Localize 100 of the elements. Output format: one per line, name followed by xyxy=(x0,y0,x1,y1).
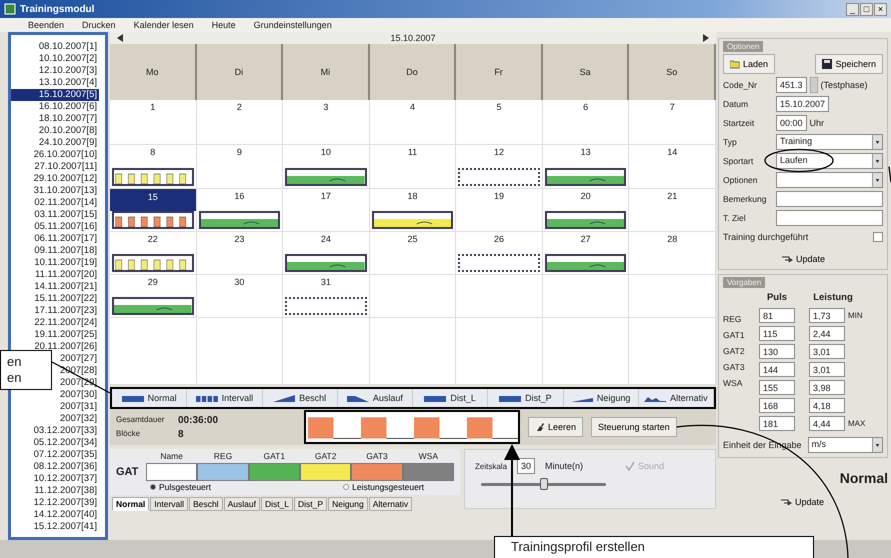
workout-bar[interactable] xyxy=(544,211,626,229)
day-number[interactable]: 15 xyxy=(110,189,196,211)
date-list-item[interactable]: 13.10.2007[4] xyxy=(36,77,99,89)
date-list-item[interactable]: 15.12.2007[41] xyxy=(32,521,99,533)
update-button[interactable]: Update xyxy=(774,496,830,508)
calendar-cell[interactable] xyxy=(370,318,456,385)
sport-dropdown[interactable]: Laufen xyxy=(776,152,883,168)
save-button[interactable]: Speichern xyxy=(815,54,883,74)
power-field[interactable]: 3,01 xyxy=(809,344,845,359)
pulse-field[interactable]: 181 xyxy=(759,416,795,431)
day-number[interactable]: 8 xyxy=(110,145,196,159)
date-list-item[interactable]: 03.11.2007[15] xyxy=(32,209,99,221)
date-list-item[interactable]: 12.12.2007[39] xyxy=(32,497,99,509)
timescale-field[interactable]: 30 xyxy=(517,458,536,474)
code-field[interactable]: 451.3 xyxy=(776,76,807,92)
date-list-item[interactable]: 08.10.2007[1] xyxy=(36,41,99,53)
calendar-cell[interactable] xyxy=(456,318,543,385)
previous-icon[interactable] xyxy=(116,34,124,42)
workout-bar[interactable] xyxy=(544,168,626,186)
day-number[interactable]: 12 xyxy=(456,145,542,159)
calendar-cell[interactable] xyxy=(542,318,630,385)
radio-option[interactable]: Leistungsgesteuert xyxy=(343,481,424,493)
tab[interactable]: Dist_L xyxy=(260,497,294,511)
done-checkbox[interactable] xyxy=(873,232,883,242)
date-list-item[interactable]: 17.11.2007[23] xyxy=(32,305,99,317)
minimize-button[interactable]: _ xyxy=(846,2,859,16)
pulse-field[interactable]: 168 xyxy=(759,398,795,413)
date-list-item[interactable]: 29.10.2007[12] xyxy=(32,173,99,185)
empty-workout[interactable] xyxy=(458,254,540,272)
day-number[interactable]: 20 xyxy=(542,189,628,203)
day-number[interactable]: 18 xyxy=(370,189,456,203)
day-number[interactable]: 3 xyxy=(283,100,369,114)
pulse-field[interactable]: 155 xyxy=(759,380,795,395)
menu-item[interactable]: Grundeinstellungen xyxy=(254,20,332,30)
date-list-item[interactable]: 15.10.2007[5] xyxy=(11,89,99,101)
tab[interactable]: Alternativ xyxy=(368,497,412,511)
menu-item[interactable]: Kalender lesen xyxy=(134,20,194,30)
date-list-item[interactable]: 08.12.2007[36] xyxy=(32,461,99,473)
calendar-cell[interactable] xyxy=(456,275,543,318)
day-number[interactable]: 2 xyxy=(196,100,282,114)
calendar-cell[interactable] xyxy=(283,318,370,385)
date-list-item[interactable]: 2007[32] xyxy=(58,413,99,425)
date-list-item[interactable]: 26.10.2007[10] xyxy=(32,149,99,161)
power-field[interactable]: 3,98 xyxy=(809,380,845,395)
workout-bar[interactable] xyxy=(285,254,367,272)
day-number[interactable]: 30 xyxy=(196,275,282,289)
date-list-item[interactable]: 2007[30] xyxy=(58,389,99,401)
menu-item[interactable]: Beenden xyxy=(28,20,64,30)
day-number[interactable]: 1 xyxy=(110,100,196,114)
next-icon[interactable] xyxy=(702,34,710,42)
date-list-item[interactable]: 16.10.2007[6] xyxy=(36,101,99,113)
calendar-cell[interactable] xyxy=(629,318,716,385)
workout-bar[interactable] xyxy=(372,211,454,229)
date-list-item[interactable]: 20.10.2007[8] xyxy=(36,125,99,137)
tab[interactable]: Intervall xyxy=(150,497,188,511)
date-list-item[interactable]: 03.12.2007[33] xyxy=(32,425,99,437)
note-field[interactable] xyxy=(776,190,883,206)
menu-item[interactable]: Heute xyxy=(212,20,236,30)
day-number[interactable]: 17 xyxy=(283,189,369,203)
date-list-item[interactable]: 19.11.2007[25] xyxy=(32,329,99,341)
day-number[interactable]: 5 xyxy=(456,100,542,114)
day-number[interactable]: 9 xyxy=(196,145,282,159)
tab[interactable]: Neigung xyxy=(328,497,368,511)
maximize-button[interactable]: □ xyxy=(860,2,873,16)
date-list-item[interactable]: 09.11.2007[18] xyxy=(32,245,99,257)
update-button[interactable]: Update xyxy=(774,253,832,265)
date-list-item[interactable]: 12.10.2007[3] xyxy=(36,65,99,77)
workout-bar[interactable] xyxy=(198,211,280,229)
radio-option[interactable]: Pulsgesteuert xyxy=(150,481,211,493)
power-field[interactable]: 3,01 xyxy=(809,362,845,377)
date-list-item[interactable]: 18.10.2007[7] xyxy=(36,113,99,125)
unit-dropdown[interactable]: m/s xyxy=(808,437,883,453)
day-number[interactable]: 21 xyxy=(629,189,715,203)
interval-workout[interactable] xyxy=(112,168,194,186)
date-list-item[interactable]: 20.11.2007[26] xyxy=(32,341,99,353)
date-list-item[interactable]: 24.10.2007[9] xyxy=(36,137,99,149)
day-number[interactable]: 29 xyxy=(110,275,196,289)
date-list-item[interactable]: 10.11.2007[19] xyxy=(32,257,99,269)
power-field[interactable]: 1,73 xyxy=(809,308,845,323)
day-number[interactable]: 23 xyxy=(196,232,282,246)
calendar-cell[interactable] xyxy=(196,318,284,385)
calendar-cell[interactable] xyxy=(370,275,456,318)
spinner-icon[interactable] xyxy=(810,76,818,92)
time-field[interactable]: 00:00 xyxy=(776,114,807,130)
day-number[interactable]: 26 xyxy=(456,232,542,246)
pulse-field[interactable]: 81 xyxy=(759,308,795,323)
date-list-item[interactable]: 31.10.2007[13] xyxy=(32,185,99,197)
day-number[interactable]: 28 xyxy=(629,232,715,246)
date-list-item[interactable]: 11.12.2007[38] xyxy=(32,485,99,497)
calendar-cell[interactable] xyxy=(542,275,630,318)
day-number[interactable]: 22 xyxy=(110,232,196,246)
day-number[interactable]: 16 xyxy=(196,189,282,203)
timescale-slider[interactable] xyxy=(481,478,606,490)
workout-bar[interactable] xyxy=(112,297,194,315)
date-list-item[interactable]: 22.11.2007[24] xyxy=(32,317,99,329)
power-field[interactable]: 2,44 xyxy=(809,326,845,341)
load-button[interactable]: Laden xyxy=(723,54,776,74)
clear-button[interactable]: Leeren xyxy=(528,417,584,437)
date-list-item[interactable]: 10.10.2007[2] xyxy=(36,53,99,65)
day-number[interactable]: 11 xyxy=(370,145,456,159)
